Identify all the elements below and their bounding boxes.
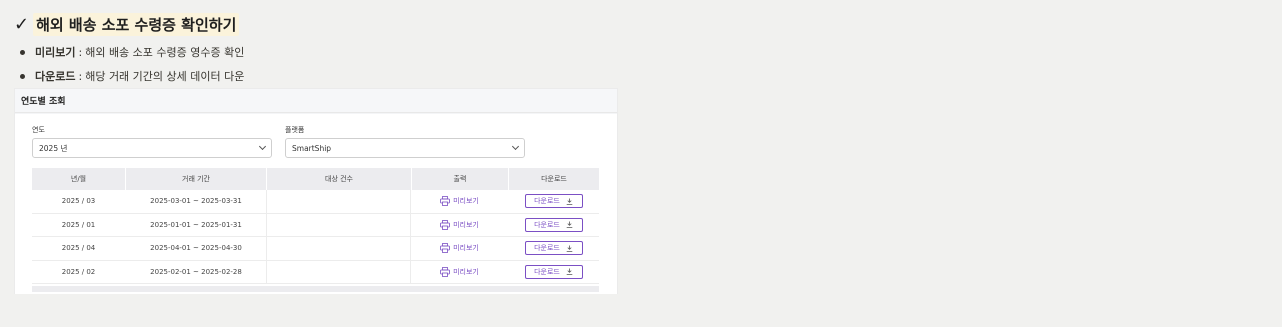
- download-icon: [566, 198, 573, 205]
- cell-count: [266, 213, 411, 237]
- cell-count: [266, 236, 411, 260]
- header-print: 출력: [411, 168, 508, 190]
- panel-title: 연도별 조회: [15, 89, 617, 113]
- download-button[interactable]: 다운로드: [524, 264, 583, 279]
- preview-label: 미리보기: [453, 244, 479, 253]
- year-select[interactable]: 2025 년: [32, 138, 272, 158]
- cell-print: 미리보기: [411, 243, 508, 254]
- year-field: 연도 2025 년: [32, 124, 272, 158]
- header-month: 년/월: [70, 175, 87, 183]
- receipt-table: 년/월 거래 기간 대상 건수 출력 다운로드 2025 / 03 2025-0…: [32, 168, 599, 284]
- cell-download: 다운로드: [508, 194, 599, 209]
- yearly-query-panel: 연도별 조회 연도 2025 년 플랫폼 SmartShip 년/월 거래 기간…: [14, 88, 618, 294]
- page-heading: ✓ 해외 배송 소포 수령증 확인하기: [14, 12, 240, 36]
- cell-count: [266, 189, 411, 213]
- bullet-list: 미리보기 : 해외 배송 소포 수령증 영수증 확인 다운로드 : 해당 거래 …: [20, 40, 244, 88]
- page-title: 해외 배송 소포 수령증 확인하기: [33, 12, 240, 36]
- preview-link[interactable]: 미리보기: [440, 266, 479, 277]
- download-label: 다운로드: [534, 197, 560, 206]
- cell-period: 2025-04-01 ~ 2025-04-30: [125, 244, 266, 253]
- preview-link[interactable]: 미리보기: [440, 196, 479, 207]
- cell-download: 다운로드: [508, 217, 599, 232]
- download-icon: [566, 245, 573, 252]
- platform-select-value: SmartShip: [292, 143, 332, 153]
- header-download: 다운로드: [508, 168, 599, 190]
- bullet-term: 다운로드: [35, 70, 76, 83]
- platform-field: 플랫폼 SmartShip: [285, 124, 525, 158]
- cell-print: 미리보기: [411, 219, 508, 230]
- bullet-description: 해당 거래 기간의 상세 데이터 다운: [85, 70, 245, 83]
- bullet-separator: :: [78, 69, 83, 83]
- cell-period: 2025-03-01 ~ 2025-03-31: [125, 197, 266, 206]
- table-row: 2025 / 02 2025-02-01 ~ 2025-02-28 미리보기 다…: [32, 260, 599, 284]
- download-label: 다운로드: [534, 220, 560, 229]
- cell-print: 미리보기: [411, 196, 508, 207]
- bullet-term: 미리보기: [35, 46, 76, 59]
- download-button[interactable]: 다운로드: [524, 217, 583, 232]
- table-footer: [32, 286, 599, 292]
- platform-select[interactable]: SmartShip: [285, 138, 525, 158]
- preview-link[interactable]: 미리보기: [440, 219, 479, 230]
- printer-icon: [440, 219, 451, 230]
- chevron-down-icon: [511, 142, 520, 151]
- preview-link[interactable]: 미리보기: [440, 243, 479, 254]
- bullet-dot: [20, 49, 25, 55]
- bullet-dot: [20, 73, 25, 79]
- table-row: 2025 / 01 2025-01-01 ~ 2025-01-31 미리보기 다…: [32, 213, 599, 237]
- bullet-item-download: 다운로드 : 해당 거래 기간의 상세 데이터 다운: [20, 64, 244, 88]
- cell-month: 2025 / 04: [61, 244, 96, 253]
- cell-month: 2025 / 03: [61, 197, 96, 206]
- printer-icon: [440, 196, 451, 207]
- header-period: 거래 기간: [125, 168, 266, 190]
- cell-count: [266, 260, 411, 284]
- table-row: 2025 / 03 2025-03-01 ~ 2025-03-31 미리보기 다…: [32, 189, 599, 214]
- preview-label: 미리보기: [453, 220, 479, 229]
- download-icon: [566, 268, 573, 276]
- download-label: 다운로드: [534, 267, 560, 276]
- cell-download: 다운로드: [508, 264, 599, 279]
- preview-label: 미리보기: [453, 197, 479, 206]
- cell-print: 미리보기: [411, 266, 508, 277]
- download-label: 다운로드: [534, 244, 560, 253]
- download-button[interactable]: 다운로드: [524, 194, 583, 209]
- printer-icon: [440, 243, 451, 254]
- cell-period: 2025-01-01 ~ 2025-01-31: [125, 220, 266, 229]
- header-count: 대상 건수: [266, 168, 411, 190]
- year-label: 연도: [32, 126, 45, 134]
- printer-icon: [440, 266, 451, 277]
- bullet-description: 해외 배송 소포 수령증 영수증 확인: [85, 46, 245, 59]
- bullet-separator: :: [78, 45, 83, 59]
- year-select-value: 2025 년: [39, 143, 68, 153]
- cell-month: 2025 / 01: [61, 220, 96, 229]
- table-header: 년/월 거래 기간 대상 건수 출력 다운로드: [32, 168, 599, 190]
- download-button[interactable]: 다운로드: [524, 241, 583, 256]
- download-icon: [566, 221, 573, 229]
- cell-period: 2025-02-01 ~ 2025-02-28: [125, 267, 266, 276]
- cell-month: 2025 / 02: [61, 267, 96, 276]
- table-row: 2025 / 04 2025-04-01 ~ 2025-04-30 미리보기 다…: [32, 236, 599, 261]
- check-icon: ✓: [14, 13, 30, 35]
- cell-download: 다운로드: [508, 241, 599, 256]
- chevron-down-icon: [258, 142, 267, 151]
- platform-label: 플랫폼: [285, 126, 305, 134]
- preview-label: 미리보기: [453, 267, 479, 276]
- panel-body: 연도 2025 년 플랫폼 SmartShip 년/월 거래 기간 대상 건수 …: [15, 114, 617, 294]
- bullet-item-preview: 미리보기 : 해외 배송 소포 수령증 영수증 확인: [20, 40, 244, 64]
